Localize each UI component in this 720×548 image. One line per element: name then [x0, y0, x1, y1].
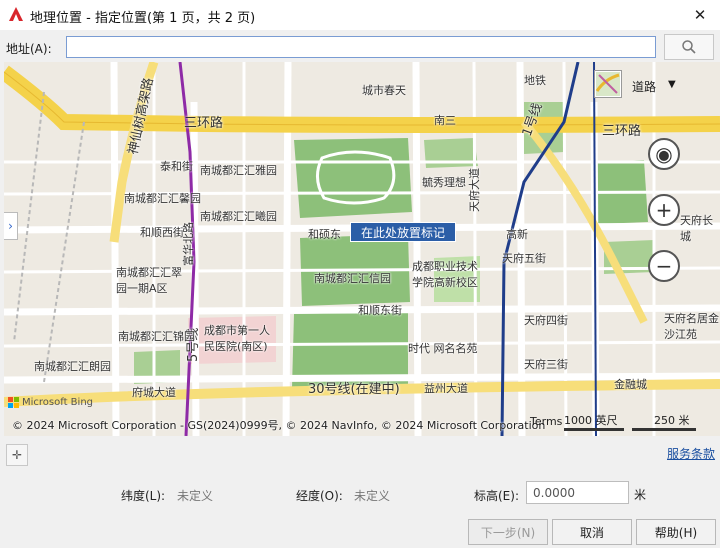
place-label: 毓秀理想 [422, 176, 466, 189]
help-button[interactable]: 帮助(H) [636, 519, 716, 545]
place-label: 高新 [506, 228, 528, 241]
map-layer-label[interactable]: 道路 [632, 78, 656, 95]
place-label: 南城都汇汇雅园 [200, 164, 277, 177]
place-label: 南城都汇汇曦园 [200, 210, 277, 223]
zoom-in-button[interactable]: + [648, 194, 680, 226]
address-label: 地址(A): [6, 42, 52, 56]
map-layer-icon [595, 72, 620, 96]
next-button[interactable]: 下一步(N) [468, 519, 548, 545]
place-label: 南三 [434, 114, 456, 127]
place-label: 天府名居金沙江苑 [664, 312, 719, 341]
chevron-down-icon[interactable]: ▼ [668, 79, 676, 90]
elevation-label: 标高(E): [474, 489, 519, 503]
expand-panel-tab[interactable]: › [4, 212, 18, 240]
longitude-label: 经度(O): [296, 489, 343, 503]
place-label: 和硕东 [308, 228, 341, 241]
bing-label: Microsoft Bing [22, 397, 94, 408]
autocad-logo-icon [9, 7, 23, 21]
cancel-button[interactable]: 取消 [552, 519, 632, 545]
place-label: 天府五街 [502, 252, 546, 265]
microsoft-logo-icon [8, 397, 19, 408]
locate-me-button[interactable]: ◉ [648, 138, 680, 170]
place-label: 时代 网名名苑 [408, 342, 478, 355]
place-label: 成都职业技术学院高新校区 [412, 260, 478, 289]
place-label: 和顺东街 [358, 304, 402, 317]
place-label: 南城都汇汇馨园 [124, 192, 201, 205]
elevation-input[interactable] [526, 481, 629, 504]
address-input[interactable] [66, 36, 656, 58]
window-title: 地理位置 - 指定位置(第 1 页，共 2 页) [30, 11, 256, 26]
chevron-right-icon: › [8, 219, 13, 233]
place-label: 城市春天 [362, 84, 406, 97]
scale-label-meters: 250 米 [654, 414, 690, 427]
place-label: 富华北路 [182, 222, 195, 266]
place-label: 和顺西街 [140, 226, 184, 239]
place-label: 天府三街 [524, 358, 568, 371]
road-label: 30号线(在建中) [308, 382, 400, 397]
map-view[interactable]: 三环路 三环路 神仙树高架路 1号线 30号线(在建中) 府城大道 天府大道 5… [4, 62, 720, 436]
place-label: 成都市第一人民医院(南区) [204, 324, 270, 353]
place-label: 益州大道 [424, 382, 468, 395]
service-terms-link[interactable]: 服务条款 [667, 445, 715, 462]
place-label: 南城都汇汇信园 [314, 272, 391, 285]
place-label: 南城都汇汇翠园一期A区 [116, 266, 182, 295]
scale-label-feet: 1000 英尺 [564, 414, 618, 427]
scale-bar [632, 428, 696, 431]
place-label: 南城都汇汇锦园 [118, 330, 195, 343]
place-label: 金融城 [614, 378, 647, 391]
target-icon: ◉ [655, 142, 673, 166]
map-copyright: © 2024 Microsoft Corporation - GS(2024)0… [12, 419, 546, 432]
latitude-value: 未定义 [177, 489, 214, 503]
crosshair-icon: ✛ [11, 448, 23, 462]
address-row: 地址(A): [0, 34, 720, 60]
road-label: 天府大道 [468, 168, 481, 212]
road-label: 府城大道 [132, 386, 176, 399]
close-icon: ✕ [693, 6, 707, 24]
map-terms-link[interactable]: Terms [530, 415, 562, 428]
road-label: 三环路 [602, 124, 642, 139]
search-icon [682, 40, 696, 54]
close-button[interactable]: ✕ [680, 0, 720, 30]
road-label: 三环路 [184, 116, 224, 131]
move-crosshair-button[interactable]: ✛ [6, 444, 28, 466]
place-label: 泰和街 [160, 160, 193, 173]
place-label: 地铁 [524, 74, 546, 87]
coordinate-panel: 纬度(L): 未定义 经度(O): 未定义 标高(E): 米 [0, 478, 720, 508]
elevation-unit: 米 [634, 488, 647, 502]
plus-icon: + [655, 198, 673, 222]
search-button[interactable] [664, 34, 714, 60]
place-marker-button[interactable]: 在此处放置标记 [350, 222, 456, 242]
zoom-out-button[interactable]: − [648, 250, 680, 282]
map-layer-toggle[interactable] [594, 70, 622, 98]
bing-logo: Microsoft Bing [8, 397, 93, 408]
minus-icon: − [655, 254, 673, 278]
longitude-value: 未定义 [354, 489, 391, 503]
place-label: 南城都汇汇朗园 [34, 360, 111, 373]
place-label: 天府长城 [680, 214, 713, 243]
place-label: 天府四街 [524, 314, 568, 327]
latitude-label: 纬度(L): [121, 489, 166, 503]
scale-bar [564, 428, 624, 431]
title-bar: 地理位置 - 指定位置(第 1 页，共 2 页) ✕ [0, 0, 720, 30]
